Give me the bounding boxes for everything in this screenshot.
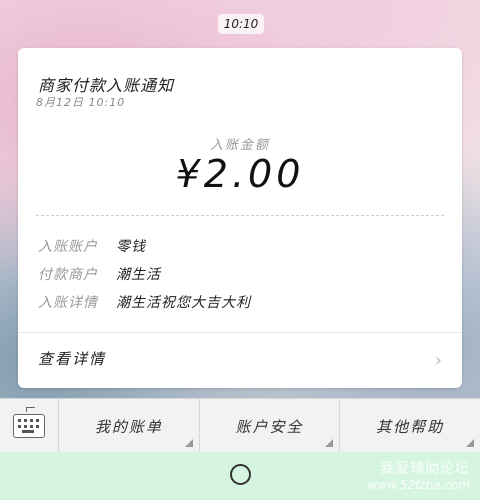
time-display: 10:10 xyxy=(218,14,264,34)
submenu-indicator-icon xyxy=(325,439,334,447)
detail-key: 付款商户 xyxy=(38,267,98,283)
notification-date: 8月12日 10:10 xyxy=(36,96,126,109)
detail-row-info: 入账详情 潮生活祝您大吉大利 xyxy=(38,292,251,312)
chevron-right-icon[interactable]: › xyxy=(435,350,442,371)
keyboard-toggle-button[interactable] xyxy=(0,399,59,453)
submenu-indicator-icon xyxy=(184,439,193,447)
detail-value: 潮生活 xyxy=(116,267,161,283)
menu-other-help[interactable]: 其他帮助 xyxy=(340,399,480,453)
menu-label: 账户安全 xyxy=(235,417,304,436)
detail-value: 零钱 xyxy=(116,239,146,255)
dashed-divider xyxy=(36,215,444,216)
menu-label: 我的账单 xyxy=(94,417,163,436)
watermark-url: www.52fzba.com xyxy=(367,478,470,492)
submenu-indicator-icon xyxy=(466,439,475,447)
menu-label: 其他帮助 xyxy=(376,417,445,436)
menu-my-bills[interactable]: 我的账单 xyxy=(59,399,200,453)
keyboard-toggle-decoration xyxy=(26,407,35,412)
menu-account-security[interactable]: 账户安全 xyxy=(200,399,341,453)
detail-key: 入账详情 xyxy=(38,295,98,311)
detail-key: 入账账户 xyxy=(38,239,98,255)
home-button-icon[interactable] xyxy=(230,464,251,485)
detail-value: 潮生活祝您大吉大利 xyxy=(116,295,251,311)
amount-label: 入账金额 xyxy=(209,138,270,153)
detail-row-account: 入账账户 零钱 xyxy=(38,236,146,256)
notification-card[interactable]: 商家付款入账通知 8月12日 10:10 入账金额 ¥2.00 入账账户 零钱 付… xyxy=(18,48,462,388)
card-divider xyxy=(18,332,462,333)
amount-value: ¥2.00 xyxy=(175,152,305,196)
detail-row-merchant: 付款商户 潮生活 xyxy=(38,264,161,284)
keyboard-icon xyxy=(13,414,45,438)
notification-title: 商家付款入账通知 xyxy=(38,76,175,95)
bottom-menu-bar: 我的账单 账户安全 其他帮助 xyxy=(0,398,480,453)
watermark-text: 我爱辅助论坛 xyxy=(380,461,470,477)
system-navigation-bar: 我爱辅助论坛 www.52fzba.com xyxy=(0,452,480,500)
view-details-link[interactable]: 查看详情 xyxy=(38,348,106,369)
